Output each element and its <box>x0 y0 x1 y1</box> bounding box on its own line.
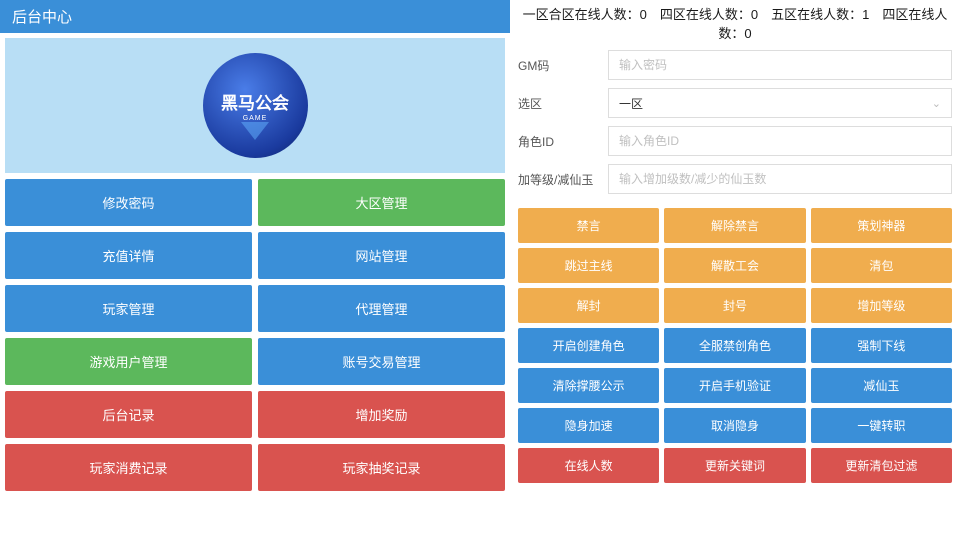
menu-btn-3[interactable]: 网站管理 <box>258 232 505 279</box>
action-btn-6[interactable]: 解封 <box>518 288 659 323</box>
menu-btn-2[interactable]: 充值详情 <box>5 232 252 279</box>
right-panel: 一区合区在线人数：0 四区在线人数：0 五区在线人数：1 四区在线人数：0 GM… <box>510 0 960 540</box>
action-btn-20[interactable]: 更新清包过滤 <box>811 448 952 483</box>
menu-btn-8[interactable]: 后台记录 <box>5 391 252 438</box>
action-btn-7[interactable]: 封号 <box>664 288 805 323</box>
online-status: 一区合区在线人数：0 四区在线人数：0 五区在线人数：1 四区在线人数：0 <box>518 4 952 44</box>
logo-arrow-icon <box>241 122 269 140</box>
zone-select[interactable]: 一区 ⌄ <box>608 88 952 118</box>
action-btn-17[interactable]: 一键转职 <box>811 408 952 443</box>
action-btn-13[interactable]: 开启手机验证 <box>664 368 805 403</box>
level-input[interactable] <box>608 164 952 194</box>
chevron-down-icon: ⌄ <box>932 97 941 110</box>
action-btn-19[interactable]: 更新关键词 <box>664 448 805 483</box>
menu-btn-11[interactable]: 玩家抽奖记录 <box>258 444 505 491</box>
menu-btn-1[interactable]: 大区管理 <box>258 179 505 226</box>
zone-value: 一区 <box>619 95 643 112</box>
zone-label: 选区 <box>518 95 608 112</box>
action-btn-3[interactable]: 跳过主线 <box>518 248 659 283</box>
left-panel: 后台中心 黑马公会 GAME 修改密码大区管理充值详情网站管理玩家管理代理管理游… <box>0 0 510 540</box>
action-btn-2[interactable]: 策划神器 <box>811 208 952 243</box>
page-title: 后台中心 <box>0 0 510 33</box>
action-btn-1[interactable]: 解除禁言 <box>664 208 805 243</box>
menu-grid: 修改密码大区管理充值详情网站管理玩家管理代理管理游戏用户管理账号交易管理后台记录… <box>0 173 510 540</box>
action-btn-10[interactable]: 全服禁创角色 <box>664 328 805 363</box>
action-btn-16[interactable]: 取消隐身 <box>664 408 805 443</box>
level-label: 加等级/减仙玉 <box>518 171 608 188</box>
role-label: 角色ID <box>518 133 608 150</box>
action-btn-4[interactable]: 解散工会 <box>664 248 805 283</box>
action-btn-14[interactable]: 减仙玉 <box>811 368 952 403</box>
action-btn-11[interactable]: 强制下线 <box>811 328 952 363</box>
banner: 黑马公会 GAME <box>5 38 505 173</box>
action-btn-9[interactable]: 开启创建角色 <box>518 328 659 363</box>
logo-text: 黑马公会 <box>221 89 289 114</box>
menu-btn-6[interactable]: 游戏用户管理 <box>5 338 252 385</box>
action-btn-0[interactable]: 禁言 <box>518 208 659 243</box>
menu-btn-7[interactable]: 账号交易管理 <box>258 338 505 385</box>
logo: 黑马公会 GAME <box>203 53 308 158</box>
menu-btn-9[interactable]: 增加奖励 <box>258 391 505 438</box>
menu-btn-5[interactable]: 代理管理 <box>258 285 505 332</box>
logo-subtext: GAME <box>243 115 268 122</box>
zone-row: 选区 一区 ⌄ <box>518 88 952 118</box>
role-row: 角色ID <box>518 126 952 156</box>
action-btn-8[interactable]: 增加等级 <box>811 288 952 323</box>
gm-row: GM码 <box>518 50 952 80</box>
form-area: GM码 选区 一区 ⌄ 角色ID 加等级/减仙玉 <box>518 50 952 202</box>
menu-btn-10[interactable]: 玩家消费记录 <box>5 444 252 491</box>
gm-input[interactable] <box>608 50 952 80</box>
action-btn-5[interactable]: 清包 <box>811 248 952 283</box>
action-btn-18[interactable]: 在线人数 <box>518 448 659 483</box>
level-row: 加等级/减仙玉 <box>518 164 952 194</box>
action-grid: 禁言解除禁言策划神器跳过主线解散工会清包解封封号增加等级开启创建角色全服禁创角色… <box>518 208 952 483</box>
action-btn-12[interactable]: 清除撑腰公示 <box>518 368 659 403</box>
role-input[interactable] <box>608 126 952 156</box>
menu-btn-0[interactable]: 修改密码 <box>5 179 252 226</box>
menu-btn-4[interactable]: 玩家管理 <box>5 285 252 332</box>
action-btn-15[interactable]: 隐身加速 <box>518 408 659 443</box>
gm-label: GM码 <box>518 57 608 74</box>
